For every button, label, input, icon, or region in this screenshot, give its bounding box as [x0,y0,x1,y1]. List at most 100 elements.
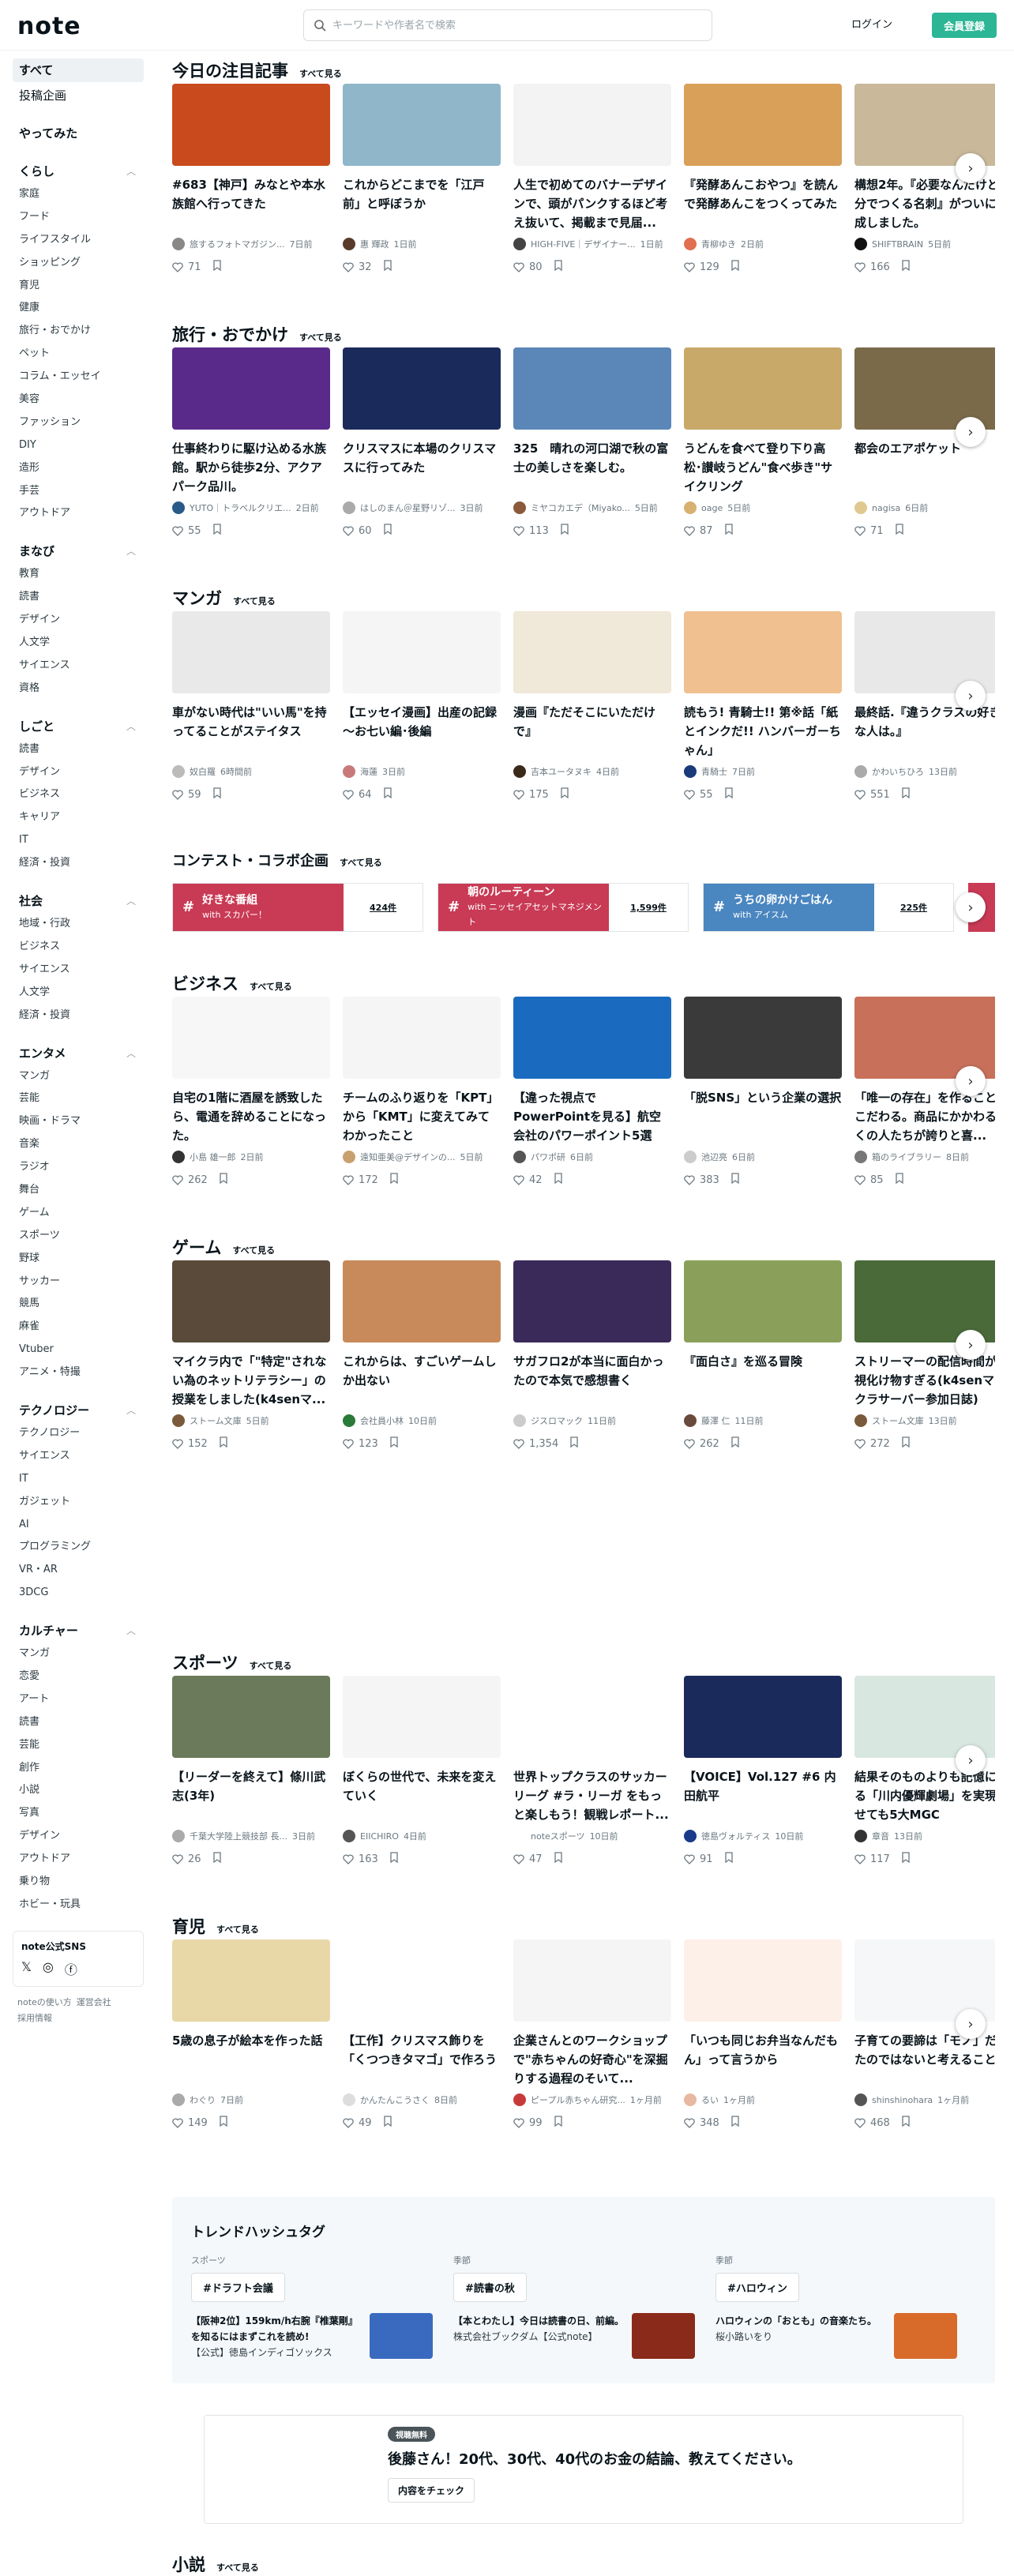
article-title[interactable]: 【工作】クリスマス飾りを「くつつきタマゴ」で作ろう [343,2031,501,2088]
avatar[interactable] [513,238,526,250]
article-thumbnail[interactable] [684,347,842,430]
sidebar-item[interactable]: 旅行・おでかけ [13,320,144,343]
like-button[interactable]: 117 [854,1853,890,1865]
heart-icon[interactable] [343,261,354,272]
like-button[interactable]: 152 [172,1438,208,1450]
article-thumbnail[interactable] [513,611,671,693]
sidebar-group-heading[interactable]: テクノロジー ︿ [13,1399,144,1422]
footer-link[interactable]: 運営会社 [77,1997,111,2007]
article-thumbnail[interactable] [684,1940,842,2022]
sidebar-item[interactable]: 読書 [13,1711,144,1734]
bookmark-icon[interactable] [724,524,734,535]
article-card[interactable]: 『面白さ』を巡る冒険 藤澤 仁 11日前 262 [684,1260,842,1451]
heart-icon[interactable] [684,1174,695,1185]
article-thumbnail[interactable] [513,84,671,166]
sidebar-item[interactable]: 手芸 [13,480,144,503]
sidebar-item[interactable]: 写真 [13,1802,144,1825]
bookmark-button[interactable] [730,260,740,274]
article-title[interactable]: 最終話.『違うクラスの好きな人は。』 [854,703,995,760]
sidebar-item[interactable]: アート [13,1688,144,1711]
like-button[interactable]: 166 [854,261,890,273]
bookmark-button[interactable] [383,260,392,274]
author-name[interactable]: パワポ研 [531,1151,565,1163]
avatar[interactable] [854,1830,867,1842]
chevron-up-icon[interactable]: ︿ [126,160,136,183]
sidebar-item[interactable]: 人文学 [13,632,144,655]
bookmark-icon[interactable] [901,260,911,272]
like-button[interactable]: 55 [684,789,713,801]
article-title[interactable]: 『発酵あんこおやつ』を読んで発酵あんこをつくってみた [684,175,842,232]
sidebar-item[interactable]: アウトドア [13,1848,144,1871]
bookmark-icon[interactable] [219,1436,228,1448]
heart-icon[interactable] [854,1438,866,1449]
sidebar-item[interactable]: 読書 [13,738,144,761]
article-card[interactable]: 自宅の1階に酒屋を誘致したら、電通を辞めることになった。 小島 雄一郎 2日前 262 [172,997,330,1188]
article-thumbnail[interactable] [343,997,501,1079]
author-name[interactable]: 千葉大学陸上競技部 長... [190,1830,287,1842]
author-name[interactable]: 海蓮 [360,765,377,778]
bookmark-button[interactable] [730,1173,740,1187]
sidebar-item[interactable]: 乗り物 [13,1871,144,1894]
signup-button[interactable]: 会員登録 [932,13,997,38]
bookmark-button[interactable] [730,2116,740,2130]
like-button[interactable]: 262 [172,1174,208,1186]
sidebar-item[interactable]: VR・AR [13,1559,144,1582]
sidebar-item[interactable]: 3DCG [13,1582,144,1605]
author-name[interactable]: ピープル赤ちゃん研究... [531,2093,625,2106]
like-button[interactable]: 383 [684,1174,719,1186]
avatar[interactable] [172,1414,185,1427]
heart-icon[interactable] [513,789,524,800]
heart-icon[interactable] [513,1174,524,1185]
bookmark-button[interactable] [730,1436,740,1451]
article-card[interactable]: うどんを食べて登り下り高松･讃岐うどん"食べ歩き"サイクリング oage 5日前 87 [684,347,842,539]
avatar[interactable] [513,765,526,778]
bookmark-button[interactable] [212,260,222,274]
sidebar-item[interactable]: 美容 [13,389,144,411]
avatar[interactable] [172,501,185,514]
sidebar-item[interactable]: ビジネス [13,936,144,959]
avatar[interactable] [172,1830,185,1842]
sidebar-item[interactable]: 資格 [13,678,144,700]
bookmark-button[interactable] [389,1852,399,1866]
author-name[interactable]: 旅するフォトマガジン... [190,238,285,250]
like-button[interactable]: 123 [343,1438,378,1450]
article-card[interactable]: 読もう! 青騎士!! 第※話「紙とインクだ!! ハンバーガーちゃん」 青騎士 7日前… [684,611,842,802]
avatar[interactable] [343,765,355,778]
heart-icon[interactable] [172,525,183,536]
sidebar-item[interactable]: IT [13,829,144,852]
article-card[interactable]: 仕事終わりに駆け込める水族館。駅から徒歩2分、アクアパーク品川。 YUTO｜トラベ… [172,347,330,539]
article-title[interactable]: 漫画『ただそこにいただけで』 [513,703,671,760]
article-title[interactable]: 「脱SNS」という企業の選択 [684,1088,842,1145]
article-card[interactable]: 車がない時代は"いい馬"を持ってることがステイタス 奴白羅 6時間前 59 [172,611,330,802]
sidebar-item[interactable]: 音楽 [13,1133,144,1156]
author-name[interactable]: nagisa [872,503,900,513]
heart-icon[interactable] [343,525,354,536]
like-button[interactable]: 71 [854,525,884,537]
article-thumbnail[interactable] [513,1940,671,2022]
article-thumbnail[interactable] [343,347,501,430]
sidebar-item[interactable]: プログラミング [13,1536,144,1559]
article-title[interactable]: これからどこまでを「江戸前」と呼ぼうか [343,175,501,232]
see-all-link[interactable]: すべて見る [250,980,292,993]
avatar[interactable] [513,1151,526,1163]
heart-icon[interactable] [854,789,866,800]
trend-article-thumbnail[interactable] [370,2313,433,2359]
heart-icon[interactable] [172,1438,183,1449]
see-all-link[interactable]: すべて見る [233,595,276,607]
article-card[interactable]: 【違った視点でPowerPointを見る】航空会社のパワーポイント5選 パワポ研 6… [513,997,671,1188]
sidebar-item[interactable]: ライフスタイル [13,229,144,252]
avatar[interactable] [684,1414,697,1427]
sidebar-item[interactable]: フード [13,206,144,229]
author-name[interactable]: 章音 [872,1830,889,1842]
contest-count[interactable]: 424件 [344,901,422,914]
sidebar-item[interactable]: サイエンス [13,655,144,678]
sidebar-item[interactable]: 舞台 [13,1179,144,1202]
heart-icon[interactable] [684,1438,695,1449]
article-thumbnail[interactable] [343,1940,501,2022]
article-title[interactable]: チームのふり返りを「KPT」から「KMT」に変えてみてわかったこと [343,1088,501,1145]
hashtag-button[interactable]: #ハロウィン [715,2273,799,2302]
bookmark-button[interactable] [383,2116,392,2130]
sidebar-item[interactable]: スポーツ [13,1225,144,1248]
article-title[interactable]: 【VOICE】Vol.127 #6 内田航平 [684,1767,842,1824]
author-name[interactable]: 遠知亜美@デザインの... [360,1151,456,1163]
